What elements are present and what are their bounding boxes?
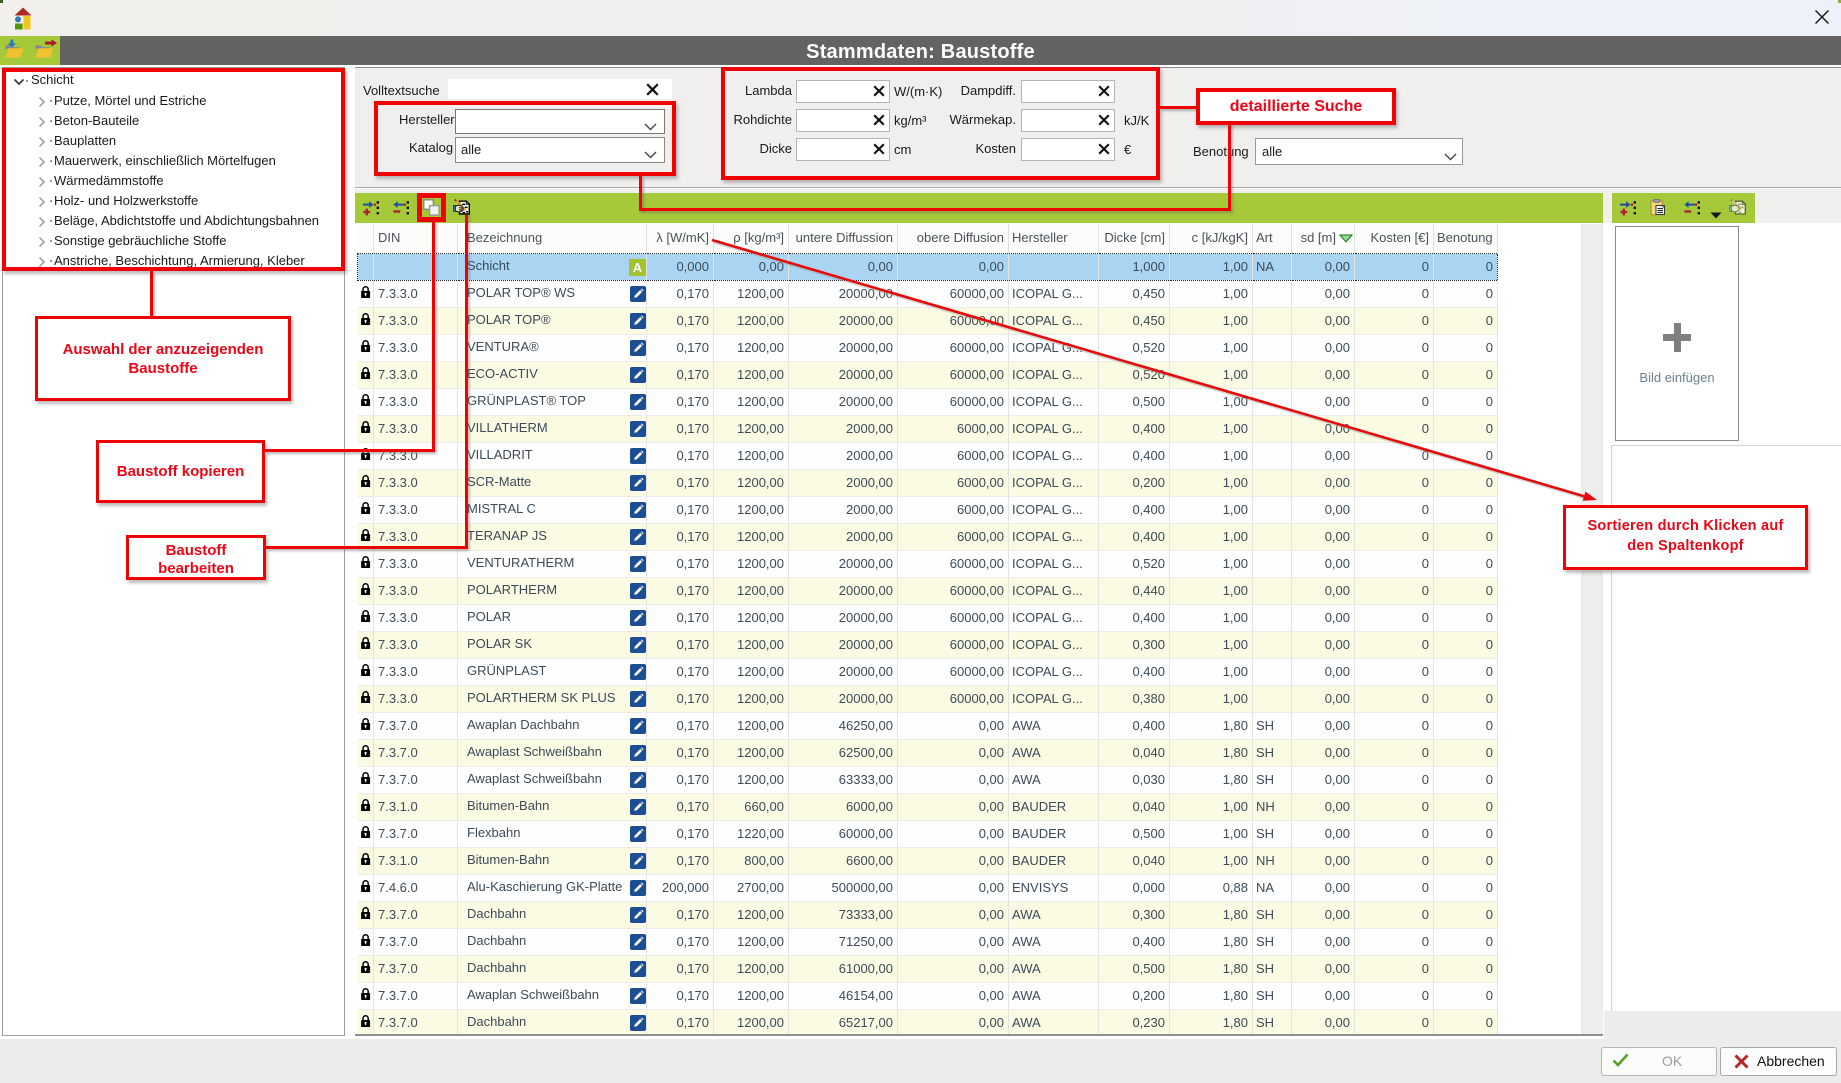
- svg-text:A: A: [633, 260, 643, 275]
